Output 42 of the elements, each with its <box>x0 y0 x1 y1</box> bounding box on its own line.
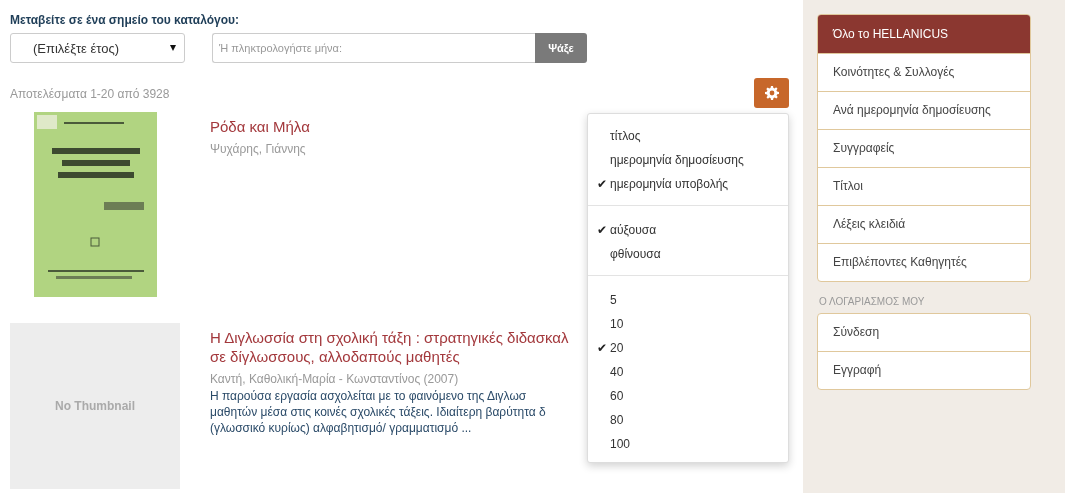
menu-item[interactable]: 60 <box>588 384 788 408</box>
result-abstract: Η παρούσα εργασία ασχολείται με το φαινόμενο της Διγλωσ <box>210 388 527 404</box>
check-icon: ✔ <box>597 341 608 355</box>
menu-item[interactable]: 80 <box>588 408 788 432</box>
menu-item[interactable]: 5 <box>588 288 788 312</box>
menu-item[interactable]: 10 <box>588 312 788 336</box>
result-abstract: μαθητών μέσα στις κοινές σχολικές τάξεις. Ιδιαίτερη βαρύτητα δ <box>210 404 546 420</box>
nav-item[interactable]: Σύνδεση <box>818 314 1030 351</box>
section-heading: Ο ΛΟΓΑΡΙΑΣΜΟΣ ΜΟΥ <box>819 296 926 307</box>
result-abstract: (γλωσσικό κυρίως) αλφαβητισμό/ γραμματισμό ... <box>210 420 472 436</box>
menu-item[interactable]: ✔ 20 <box>588 336 788 360</box>
jump-heading: Μεταβείτε σε ένα σημείο του καταλόγου: <box>10 12 241 29</box>
caret-icon <box>170 45 176 51</box>
result-author: Ψυχάρης, Γιάννης <box>210 141 306 157</box>
no-thumbnail-label: No Thumbnail <box>55 399 135 413</box>
menu-item[interactable]: ✔ ημερομηνία υποβολής <box>588 172 788 196</box>
check-icon: ✔ <box>597 223 608 237</box>
search-button[interactable]: Ψάξε <box>535 33 587 63</box>
result-title-link[interactable]: σε δίγλωσσους, αλλοδαπούς μαθητές <box>210 347 460 366</box>
result-author: Καντή, Καθολική-Μαρία - Κωνσταντίνος (2007) <box>210 371 459 387</box>
nav-item[interactable]: Όλο το HELLANICUS <box>818 15 1030 53</box>
results-count: Αποτελέσματα 1-20 από 3928 <box>10 87 170 101</box>
menu-item[interactable]: ημερομηνία δημοσίευσης <box>588 148 788 172</box>
year-select[interactable]: (Επιλέξτε έτος) <box>10 33 185 63</box>
check-icon: ✔ <box>597 177 608 191</box>
menu-item[interactable]: τίτλος <box>588 124 788 148</box>
menu-item[interactable]: ✔ αύξουσα <box>588 218 788 242</box>
result-title-link[interactable]: Η Διγλωσσία στη σχολική τάξη : στρατηγικές διδασκαλ <box>210 328 569 347</box>
nav-item[interactable]: Λέξεις κλειδιά <box>818 205 1030 243</box>
menu-item[interactable]: φθίνουσα <box>588 242 788 266</box>
nav-item[interactable]: Εγγραφή <box>818 351 1030 389</box>
nav-item[interactable]: Ανά ημερομηνία δημοσίευσης <box>818 91 1030 129</box>
settings-icon <box>764 86 779 100</box>
menu-item[interactable]: 100 <box>588 432 788 456</box>
month-field[interactable]: Ή πληκτρολογήστε μήνα: <box>212 33 535 63</box>
settings-button[interactable] <box>754 78 789 108</box>
nav-item[interactable]: Επιβλέποντες Καθηγητές <box>818 243 1030 281</box>
nav-item[interactable]: Συγγραφείς <box>818 129 1030 167</box>
menu-item[interactable]: 40 <box>588 360 788 384</box>
result-title-link[interactable]: Ρόδα και Μήλα <box>210 117 310 136</box>
nav-item[interactable]: Κοινότητες & Συλλογές <box>818 53 1030 91</box>
nav-item[interactable]: Τίτλοι <box>818 167 1030 205</box>
